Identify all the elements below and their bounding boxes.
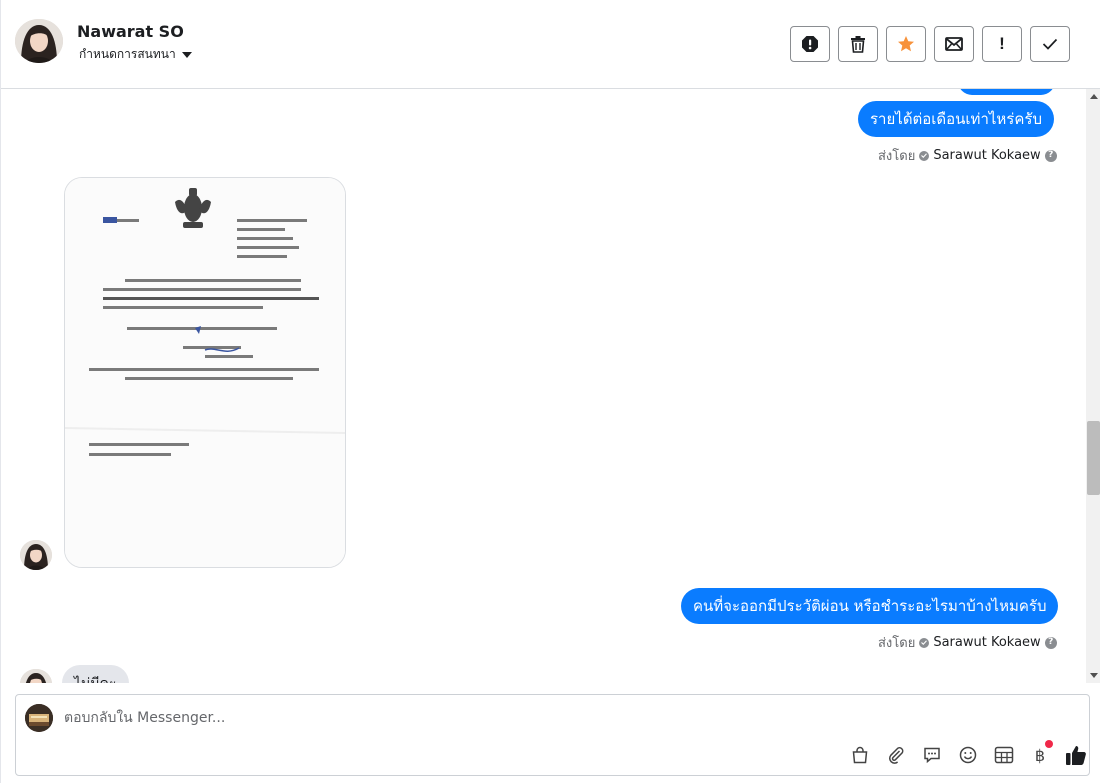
image-attachment[interactable]	[64, 177, 346, 568]
assign-conversation-dropdown[interactable]: กำหนดการสนทนา	[79, 45, 192, 64]
sender-name[interactable]: Sarawut Kokaew	[933, 635, 1040, 650]
thumbs-up-icon	[1066, 746, 1086, 765]
saved-reply-button[interactable]	[914, 743, 950, 767]
check-icon	[1042, 38, 1058, 50]
help-icon[interactable]: ?	[1044, 149, 1057, 162]
outgoing-message-bubble-partial	[958, 89, 1055, 95]
outgoing-message-bubble[interactable]: คนที่จะออกมีประวัติผ่อน หรือชำระอะไรมาบ้…	[681, 588, 1059, 624]
star-button[interactable]	[886, 26, 926, 62]
sent-by-label: ส่งโดย	[878, 636, 916, 651]
envelope-icon	[945, 37, 963, 51]
message-thread[interactable]: รายได้ต่อเดือนเท่าไหร่ครับ ส่งโดย Sarawu…	[1, 89, 1086, 683]
delete-button[interactable]	[838, 26, 878, 62]
message-text: ไม่มีคะ	[74, 673, 116, 683]
incoming-message-bubble[interactable]: ไม่มีคะ	[62, 665, 129, 683]
conversation-toolbar: !	[790, 26, 1070, 62]
saved-reply-icon	[924, 747, 940, 764]
conversation-header: Nawarat SO กำหนดการสนทนา !	[1, 0, 1100, 89]
scrollbar-thumb[interactable]	[1087, 421, 1100, 495]
attach-file-button[interactable]	[878, 743, 914, 767]
verified-check-icon	[919, 150, 930, 161]
star-icon	[898, 36, 914, 52]
verified-check-icon	[919, 637, 930, 648]
contact-name[interactable]: Nawarat SO	[77, 22, 184, 41]
reply-composer: ฿	[15, 694, 1090, 776]
outgoing-message-bubble[interactable]: รายได้ต่อเดือนเท่าไหร่ครับ	[858, 101, 1054, 137]
payment-button[interactable]: ฿	[1022, 740, 1058, 767]
report-spam-button[interactable]	[790, 26, 830, 62]
sent-by-label: ส่งโดย	[878, 149, 916, 164]
follow-up-button[interactable]: !	[982, 26, 1022, 62]
message-text: รายได้ต่อเดือนเท่าไหร่ครับ	[870, 110, 1042, 128]
table-button[interactable]	[986, 743, 1022, 767]
assign-conversation-label: กำหนดการสนทนา	[79, 47, 176, 61]
shopping-bag-button[interactable]	[842, 743, 878, 767]
reply-input[interactable]	[64, 707, 764, 729]
sent-by-info: ส่งโดย Sarawut Kokaew ?	[878, 145, 1057, 166]
composer-toolbar: ฿	[842, 740, 1094, 767]
contact-avatar-small	[20, 540, 52, 570]
contact-avatar[interactable]	[15, 19, 63, 63]
baht-icon: ฿	[1034, 745, 1046, 765]
emoji-button[interactable]	[950, 743, 986, 767]
paperclip-icon	[889, 747, 904, 764]
emoji-icon	[959, 746, 977, 764]
scroll-up-arrow-icon[interactable]	[1090, 94, 1098, 99]
thread-scrollbar[interactable]	[1086, 89, 1100, 683]
inbox-conversation-view: Nawarat SO กำหนดการสนทนา ! รายได้ต่อเดือ…	[0, 0, 1100, 783]
page-avatar	[25, 704, 53, 732]
message-text: คนที่จะออกมีประวัติผ่อน หรือชำระอะไรมาบ้…	[693, 597, 1047, 615]
exclamation-icon: !	[999, 34, 1005, 53]
alert-octagon-icon	[802, 36, 818, 52]
caret-down-icon	[181, 51, 192, 58]
sender-name[interactable]: Sarawut Kokaew	[933, 148, 1040, 163]
mark-done-button[interactable]	[1030, 26, 1070, 62]
like-button[interactable]	[1058, 743, 1094, 767]
notification-dot	[1045, 740, 1053, 748]
sent-by-info: ส่งโดย Sarawut Kokaew ?	[878, 632, 1057, 653]
table-icon	[994, 746, 1014, 764]
scroll-down-arrow-icon[interactable]	[1090, 673, 1098, 678]
scanned-document-image	[65, 178, 345, 567]
mark-unread-button[interactable]	[934, 26, 974, 62]
help-icon[interactable]: ?	[1044, 636, 1057, 649]
trash-icon	[851, 36, 865, 53]
contact-avatar-small	[20, 669, 52, 683]
shopping-bag-icon	[852, 746, 868, 764]
